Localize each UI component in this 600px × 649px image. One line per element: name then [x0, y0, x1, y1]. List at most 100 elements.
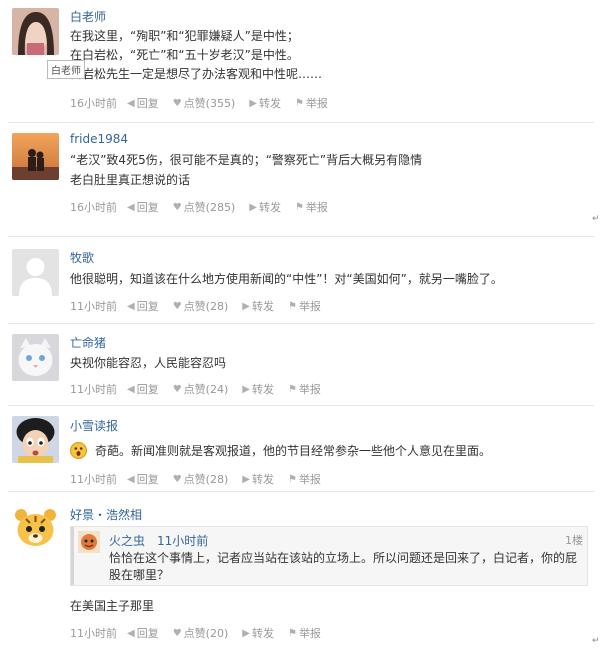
comment-text-line: 在白岩松，“死亡”和“五十岁老汉”是中性。	[70, 48, 299, 62]
like-button[interactable]: ♥ 点赞(28)	[173, 471, 229, 487]
report-button[interactable]: ⚑ 举报	[288, 298, 321, 314]
username[interactable]: 亡命猪	[70, 334, 106, 351]
quote-avatar[interactable]	[78, 531, 100, 553]
reply-label: 回复	[136, 627, 159, 640]
report-button[interactable]: ⚑ 举报	[295, 199, 328, 215]
reply-label: 回复	[136, 473, 159, 486]
comment-item: 小雪读报 奇葩。新闻准则就是客观报道，他的节目经常参杂一些他个人意见在里面。 1…	[0, 406, 600, 491]
forward-label: 转发	[258, 97, 281, 110]
cat-avatar-image	[12, 334, 59, 381]
comment-time: 16小时前	[70, 201, 117, 214]
forward-label: 转发	[251, 473, 274, 486]
avatar[interactable]	[12, 416, 59, 463]
username[interactable]: fride1984	[70, 132, 128, 146]
like-button[interactable]: ♥ 点赞(24)	[173, 381, 229, 397]
comment-item: 亡命猪 央视你能容忍，人民能容忍吗 11小时前 ◀ 回复 ♥ 点赞(24) ▶ 转发 …	[0, 324, 600, 405]
username[interactable]: 小雪读报	[70, 417, 118, 434]
reply-arrow-icon: ◀	[127, 97, 135, 109]
reply-label: 回复	[136, 383, 159, 396]
forward-button[interactable]: ▶ 转发	[242, 471, 274, 487]
reply-label: 回复	[136, 300, 159, 313]
quote-text-line: 恰恰在这个事情上，记者应当站在该站的立场上。所以问题还是回来了，白记者，你的屁	[109, 551, 578, 565]
reply-label: 回复	[136, 201, 159, 214]
reply-button[interactable]: ◀ 回复	[127, 199, 159, 215]
report-label: 举报	[305, 201, 328, 214]
comment-actions: 11小时前 ◀ 回复 ♥ 点赞(24) ▶ 转发 ⚑ 举报	[70, 381, 335, 397]
avatar[interactable]	[12, 249, 59, 296]
comment-time: 16小时前	[70, 97, 117, 110]
surprised-emoji-icon	[70, 442, 87, 459]
reply-button[interactable]: ◀ 回复	[127, 298, 159, 314]
quoted-reply: 火之虫 11小时前 1楼 恰恰在这个事情上，记者应当站在该站的立场上。所以问题还…	[70, 526, 588, 586]
edge-marker: ↵	[592, 636, 600, 646]
forward-button[interactable]: ▶ 转发	[242, 381, 274, 397]
quote-username[interactable]: 火之虫	[109, 532, 145, 549]
like-button[interactable]: ♥ 点赞(20)	[173, 625, 229, 641]
avatar[interactable]	[12, 334, 59, 381]
like-button[interactable]: ♥ 点赞(285)	[173, 199, 236, 215]
report-button[interactable]: ⚑ 举报	[288, 381, 321, 397]
like-label: 点赞(355)	[183, 97, 236, 110]
report-button[interactable]: ⚑ 举报	[288, 625, 321, 641]
like-label: 点赞(20)	[183, 627, 229, 640]
forward-button[interactable]: ▶ 转发	[249, 95, 281, 111]
report-button[interactable]: ⚑ 举报	[295, 95, 328, 111]
like-label: 点赞(285)	[183, 201, 236, 214]
flag-icon: ⚑	[287, 383, 297, 395]
comment-item: 牧歌 他很聪明，知道该在什么地方使用新闻的“中性”！对“美国如何”，就另一嘴脸了…	[0, 237, 600, 323]
quote-bar	[71, 527, 74, 585]
avatar[interactable]	[12, 133, 59, 180]
comment-actions: 16小时前 ◀ 回复 ♥ 点赞(355) ▶ 转发 ⚑ 举报	[70, 95, 342, 111]
reply-arrow-icon: ◀	[127, 473, 135, 485]
avatar-image	[12, 133, 59, 180]
heart-icon: ♥	[172, 627, 182, 639]
username[interactable]: 牧歌	[70, 249, 94, 266]
divider	[8, 491, 594, 492]
reply-button[interactable]: ◀ 回复	[127, 95, 159, 111]
reply-button[interactable]: ◀ 回复	[127, 471, 159, 487]
flag-icon: ⚑	[287, 300, 297, 312]
like-button[interactable]: ♥ 点赞(355)	[173, 95, 236, 111]
username[interactable]: 好景・浩然相	[70, 506, 142, 523]
reply-arrow-icon: ◀	[127, 383, 135, 395]
avatar[interactable]	[12, 505, 59, 552]
quote-time: 11小时前	[157, 534, 209, 548]
avatar[interactable]	[12, 8, 59, 55]
comment-text-line: 老白肚里真正想说的话	[70, 173, 191, 187]
report-label: 举报	[298, 627, 321, 640]
heart-icon: ♥	[172, 201, 182, 213]
report-label: 举报	[298, 383, 321, 396]
quote-avatar-image	[78, 531, 100, 553]
like-label: 点赞(28)	[183, 300, 229, 313]
comment-text-line: 他很聪明，知道该在什么地方使用新闻的“中性”！对“美国如何”，就另一嘴脸了。	[70, 272, 503, 286]
forward-arrow-icon: ▶	[249, 97, 257, 109]
report-label: 举报	[305, 97, 328, 110]
comment-text-line: “老汉”致4死5伤，很可能不是真的；“警察死亡”背后大概另有隐情	[70, 153, 423, 167]
default-avatar-icon	[12, 249, 59, 296]
forward-button[interactable]: ▶ 转发	[249, 199, 281, 215]
report-button[interactable]: ⚑ 举报	[288, 471, 321, 487]
reply-button[interactable]: ◀ 回复	[127, 625, 159, 641]
heart-icon: ♥	[172, 473, 182, 485]
like-button[interactable]: ♥ 点赞(28)	[173, 298, 229, 314]
comment-text-line: 在美国主子那里	[70, 599, 155, 613]
avatar-tooltip: 白老师	[47, 60, 85, 79]
like-label: 点赞(24)	[183, 383, 229, 396]
forward-label: 转发	[251, 383, 274, 396]
report-label: 举报	[298, 473, 321, 486]
comment-time: 11小时前	[70, 627, 117, 640]
comment-item: 白老师 在我这里，“殉职”和“犯罪嫌疑人”是中性； 在白岩松，“死亡”和“五十岁…	[0, 0, 600, 122]
forward-label: 转发	[258, 201, 281, 214]
heart-icon: ♥	[172, 300, 182, 312]
reply-button[interactable]: ◀ 回复	[127, 381, 159, 397]
forward-arrow-icon: ▶	[242, 473, 250, 485]
forward-button[interactable]: ▶ 转发	[242, 625, 274, 641]
forward-arrow-icon: ▶	[242, 627, 250, 639]
username[interactable]: 白老师	[70, 8, 106, 25]
cartoon-avatar-image	[12, 416, 59, 463]
forward-button[interactable]: ▶ 转发	[242, 298, 274, 314]
report-label: 举报	[298, 300, 321, 313]
comment-text-line: 白岩松先生一定是想尽了办法客观和中性呢……	[70, 67, 323, 81]
comment-text-line: 奇葩。新闻准则就是客观报道，他的节目经常参杂一些他个人意见在里面。	[95, 444, 492, 458]
comment-actions: 11小时前 ◀ 回复 ♥ 点赞(28) ▶ 转发 ⚑ 举报	[70, 471, 335, 487]
